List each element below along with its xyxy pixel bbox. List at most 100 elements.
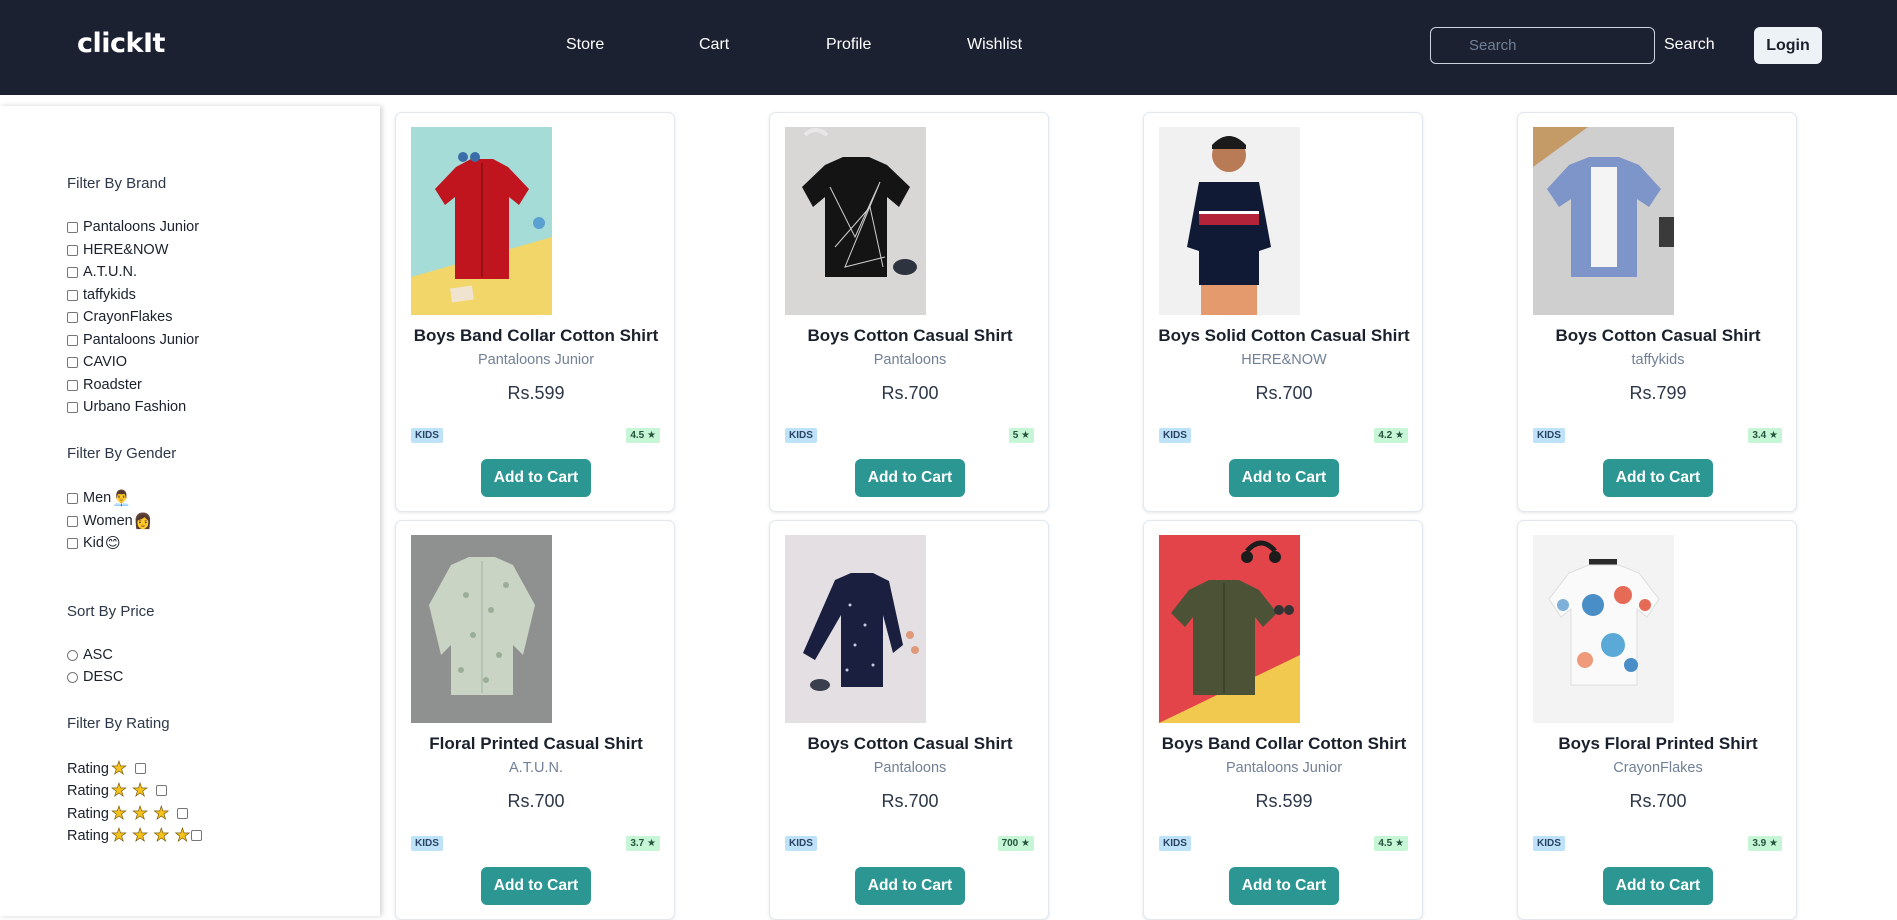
product-card[interactable]: Boys Band Collar Cotton Shirt Pantaloons… [1143,520,1423,920]
rating-option-4[interactable]: Rating ★ ★ ★ ★ [67,825,203,846]
nav-store[interactable]: Store [566,36,604,54]
add-to-cart-button[interactable]: Add to Cart [1229,459,1339,497]
gender-option-kid[interactable]: Kid 😊 [67,534,121,552]
brand-option[interactable]: taffykids [67,287,136,303]
radio-button[interactable] [67,649,78,661]
add-to-cart-button[interactable]: Add to Cart [481,867,591,905]
product-card[interactable]: Boys Floral Printed Shirt CrayonFlakes R… [1517,520,1797,920]
checkbox[interactable] [67,221,78,233]
checkbox[interactable] [191,830,203,841]
checkbox[interactable] [67,537,78,549]
gender-option-women[interactable]: Women 👩 [67,512,152,530]
star-icon: ★ ★ [110,780,149,801]
sort-asc-option[interactable]: ASC [67,647,113,663]
product-title[interactable]: Boys Cotton Casual Shirt [770,326,1050,346]
nav-wishlist[interactable]: Wishlist [967,36,1022,54]
brand-option[interactable]: CAVIO [67,354,127,370]
checkbox[interactable] [67,379,78,391]
nav-profile[interactable]: Profile [826,36,871,54]
nav-cart[interactable]: Cart [699,36,729,54]
checkbox[interactable] [156,785,168,796]
sort-desc-option[interactable]: DESC [67,669,123,685]
checkbox[interactable] [135,763,147,774]
add-to-cart-button[interactable]: Add to Cart [855,867,965,905]
product-title[interactable]: Boys Band Collar Cotton Shirt [396,326,676,346]
product-title[interactable]: Boys Cotton Casual Shirt [1518,326,1798,346]
brand-option[interactable]: Pantaloons Junior [67,219,199,235]
brand-logo[interactable]: clickIt [77,28,165,59]
radio-button[interactable] [67,671,78,683]
product-title[interactable]: Boys Solid Cotton Casual Shirt [1144,326,1424,346]
product-price: Rs.599 [1255,791,1313,811]
star-icon: ★ ★ ★ [110,803,170,824]
product-card[interactable]: Floral Printed Casual Shirt A.T.U.N. Rs.… [395,520,675,920]
product-card[interactable]: Boys Band Collar Cotton Shirt Pantaloons… [395,112,675,512]
product-price: Rs.799 [1629,383,1687,403]
rating-badge: 3.7 ★ [626,836,660,851]
add-to-cart-button[interactable]: Add to Cart [481,459,591,497]
rating-badge: 700 ★ [997,836,1034,851]
brand-option[interactable]: HERE&NOW [67,242,168,258]
product-title[interactable]: Boys Cotton Casual Shirt [770,734,1050,754]
login-button[interactable]: Login [1754,27,1822,64]
checkbox[interactable] [67,311,78,323]
product-title[interactable]: Floral Printed Casual Shirt [396,734,676,754]
brand-option[interactable]: Urbano Fashion [67,399,186,415]
product-card[interactable]: Boys Cotton Casual Shirt taffykids Rs.79… [1517,112,1797,512]
woman-emoji-icon: 👩 [133,513,153,530]
product-image[interactable] [1533,535,1674,723]
filter-rating-title: Filter By Rating [67,715,170,732]
product-brand: taffykids [1631,352,1685,368]
category-badge: KIDS [1533,836,1565,851]
product-price: Rs.599 [507,383,565,403]
category-badge: KIDS [1533,428,1565,443]
product-brand: Pantaloons [873,352,947,368]
product-image[interactable] [785,127,926,315]
rating-badge: 4.5 ★ [626,428,660,443]
add-to-cart-button[interactable]: Add to Cart [1603,459,1713,497]
rating-option-1[interactable]: Rating ★ [67,758,147,779]
product-brand: HERE&NOW [1241,352,1327,368]
checkbox[interactable] [67,244,78,256]
rating-badge: 4.2 ★ [1374,428,1408,443]
product-image[interactable] [785,535,926,723]
checkbox[interactable] [67,492,78,504]
rating-option-2[interactable]: Rating ★ ★ [67,780,168,801]
category-badge: KIDS [785,428,817,443]
search-input[interactable] [1430,27,1655,64]
product-image[interactable] [1533,127,1674,315]
product-card[interactable]: Boys Cotton Casual Shirt Pantaloons Rs.7… [769,112,1049,512]
checkbox[interactable] [67,356,78,368]
checkbox[interactable] [67,334,78,346]
add-to-cart-button[interactable]: Add to Cart [1229,867,1339,905]
add-to-cart-button[interactable]: Add to Cart [855,459,965,497]
rating-option-3[interactable]: Rating ★ ★ ★ [67,803,189,824]
product-card[interactable]: Boys Solid Cotton Casual Shirt HERE&NOW … [1143,112,1423,512]
product-image[interactable] [411,535,552,723]
search-button[interactable]: Search [1664,36,1715,54]
rating-badge: 5 ★ [1008,428,1034,443]
brand-option[interactable]: CrayonFlakes [67,309,172,325]
checkbox[interactable] [67,266,78,278]
product-brand: Pantaloons Junior [477,352,595,368]
product-title[interactable]: Boys Floral Printed Shirt [1518,734,1798,754]
filter-sidebar: Filter By Brand Pantaloons Junior HERE&N… [0,106,380,916]
checkbox[interactable] [67,515,78,527]
product-card[interactable]: Boys Cotton Casual Shirt Pantaloons Rs.7… [769,520,1049,920]
category-badge: KIDS [785,836,817,851]
product-image[interactable] [1159,535,1300,723]
checkbox[interactable] [67,289,78,301]
brand-option[interactable]: A.T.U.N. [67,264,137,280]
checkbox[interactable] [177,808,189,819]
brand-option[interactable]: Roadster [67,377,142,393]
category-badge: KIDS [411,836,443,851]
checkbox[interactable] [67,401,78,413]
gender-option-men[interactable]: Men 👨‍💼 [67,489,131,507]
product-title[interactable]: Boys Band Collar Cotton Shirt [1144,734,1424,754]
add-to-cart-button[interactable]: Add to Cart [1603,867,1713,905]
top-navbar: clickIt Store Cart Profile Wishlist Sear… [0,0,1897,95]
brand-option[interactable]: Pantaloons Junior [67,332,199,348]
product-image[interactable] [411,127,552,315]
product-image[interactable] [1159,127,1300,315]
product-brand: Pantaloons Junior [1225,760,1343,776]
